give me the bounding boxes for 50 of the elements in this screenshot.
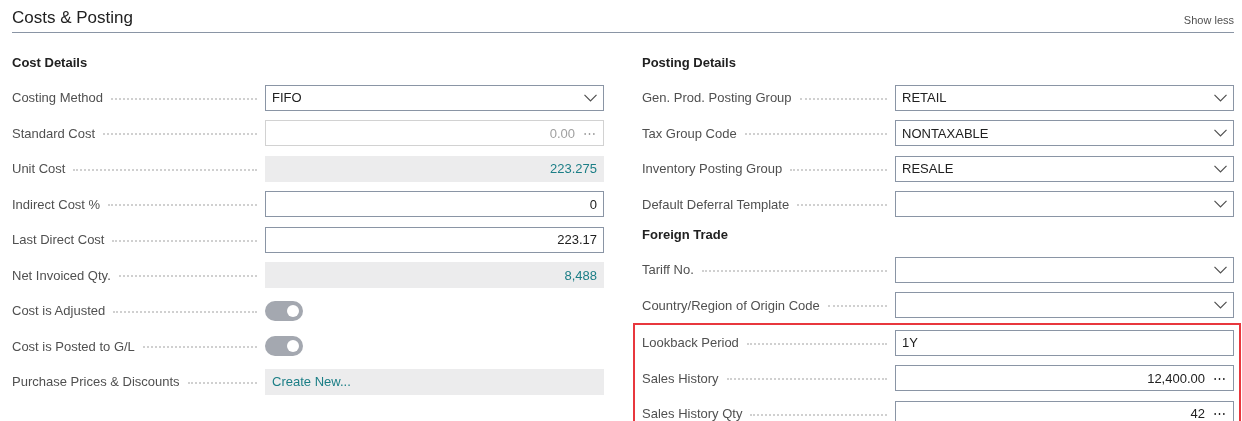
chevron-down-icon[interactable] <box>1214 129 1227 138</box>
value-field: 8,488 <box>265 262 604 289</box>
input-field[interactable]: 223.17 <box>265 226 604 253</box>
input-field[interactable]: 1Y <box>895 329 1234 356</box>
dropdown-field[interactable]: NONTAXABLE <box>895 120 1234 147</box>
field-label: Sales History <box>642 369 719 388</box>
field-label: Cost is Posted to G/L <box>12 337 135 356</box>
dropdown-field[interactable]: RETAIL <box>895 84 1234 111</box>
field-label: Purchase Prices & Discounts <box>12 373 180 391</box>
group-heading: Cost Details <box>12 54 89 72</box>
dropdown-field[interactable] <box>895 292 1234 319</box>
field-label: Default Deferral Template <box>642 195 790 214</box>
dropdown-field[interactable] <box>895 256 1234 283</box>
field-label: Tariff No. <box>642 261 694 279</box>
field-label: Standard Cost <box>12 124 96 143</box>
chevron-down-icon[interactable] <box>584 93 597 102</box>
create-new-link[interactable]: Create New... <box>272 372 351 392</box>
toggle-switch[interactable] <box>265 300 303 321</box>
field-label: Country/Region of Origin Code <box>642 296 820 315</box>
section-title: Costs & Posting <box>12 7 133 29</box>
group-heading: Foreign Trade <box>642 226 729 244</box>
show-less-link[interactable]: Show less <box>1183 12 1234 29</box>
chevron-down-icon[interactable] <box>1214 301 1227 310</box>
field-label: Net Invoiced Qty. <box>12 266 111 285</box>
more-button[interactable]: ⋯ <box>1213 368 1227 388</box>
more-button[interactable]: ⋯ <box>1213 404 1227 421</box>
input-field: 0.00 ⋯ <box>265 120 604 147</box>
value-field: 223.275 <box>265 155 604 182</box>
field-label: Sales History Qty <box>642 405 743 421</box>
field-label: Tax Group Code <box>642 124 737 143</box>
field-label: Last Direct Cost <box>12 231 105 249</box>
field-label: Inventory Posting Group <box>642 160 783 178</box>
dropdown-field[interactable] <box>895 191 1234 218</box>
input-field[interactable]: 42 ⋯ <box>895 400 1234 421</box>
field-label: Costing Method <box>12 89 104 107</box>
field-label: Lookback Period <box>642 334 739 352</box>
field-label: Gen. Prod. Posting Group <box>642 89 792 107</box>
dropdown-field[interactable]: RESALE <box>895 155 1234 182</box>
field-label: Unit Cost <box>12 160 66 178</box>
chevron-down-icon[interactable] <box>1214 164 1227 173</box>
chevron-down-icon[interactable] <box>1214 93 1227 102</box>
group-heading: Posting Details <box>642 54 737 72</box>
field-label: Cost is Adjusted <box>12 302 106 320</box>
chevron-down-icon[interactable] <box>1214 200 1227 209</box>
dropdown-field[interactable]: FIFO <box>265 84 604 111</box>
toggle-switch[interactable] <box>265 336 303 357</box>
field-label: Indirect Cost % <box>12 195 101 214</box>
chevron-down-icon[interactable] <box>1214 265 1227 274</box>
input-field[interactable]: 12,400.00 ⋯ <box>895 365 1234 392</box>
input-field[interactable]: 0 <box>265 191 604 218</box>
